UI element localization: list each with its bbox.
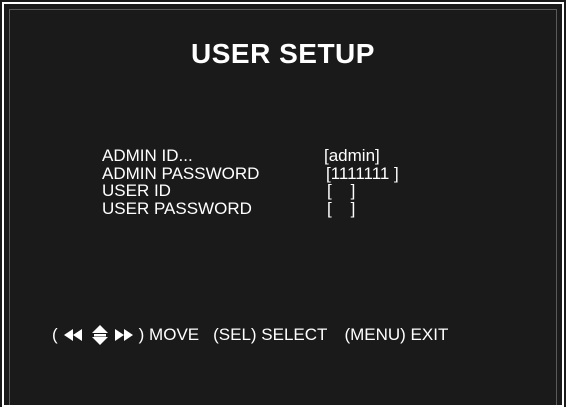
osd-screen: USER SETUP ADMIN ID... [admin] ADMIN PAS… [0, 0, 566, 407]
user-password-field[interactable]: [ ] [327, 200, 355, 217]
user-password-label: USER PASSWORD [102, 199, 252, 218]
page-title: USER SETUP [191, 38, 375, 69]
admin-password-field[interactable]: [1111111 ] [326, 165, 399, 182]
exit-hint: (MENU) EXIT [344, 325, 449, 344]
user-id-field[interactable]: [ ] [327, 182, 355, 199]
move-open-paren: ( [52, 325, 58, 344]
help-bar: ( ) MOVE (SEL) SELECT (MENU) EXIT [52, 324, 448, 346]
osd-panel: USER SETUP ADMIN ID... [admin] ADMIN PAS… [9, 9, 557, 405]
admin-id-field[interactable]: [admin] [324, 147, 380, 164]
arrow-keys-icon [63, 325, 133, 345]
user-id-label: USER ID [102, 181, 171, 200]
select-hint: (SEL) SELECT [213, 325, 328, 344]
move-hint: ) MOVE [138, 325, 200, 344]
admin-id-label: ADMIN ID... [102, 146, 193, 165]
admin-password-label: ADMIN PASSWORD [102, 164, 260, 183]
